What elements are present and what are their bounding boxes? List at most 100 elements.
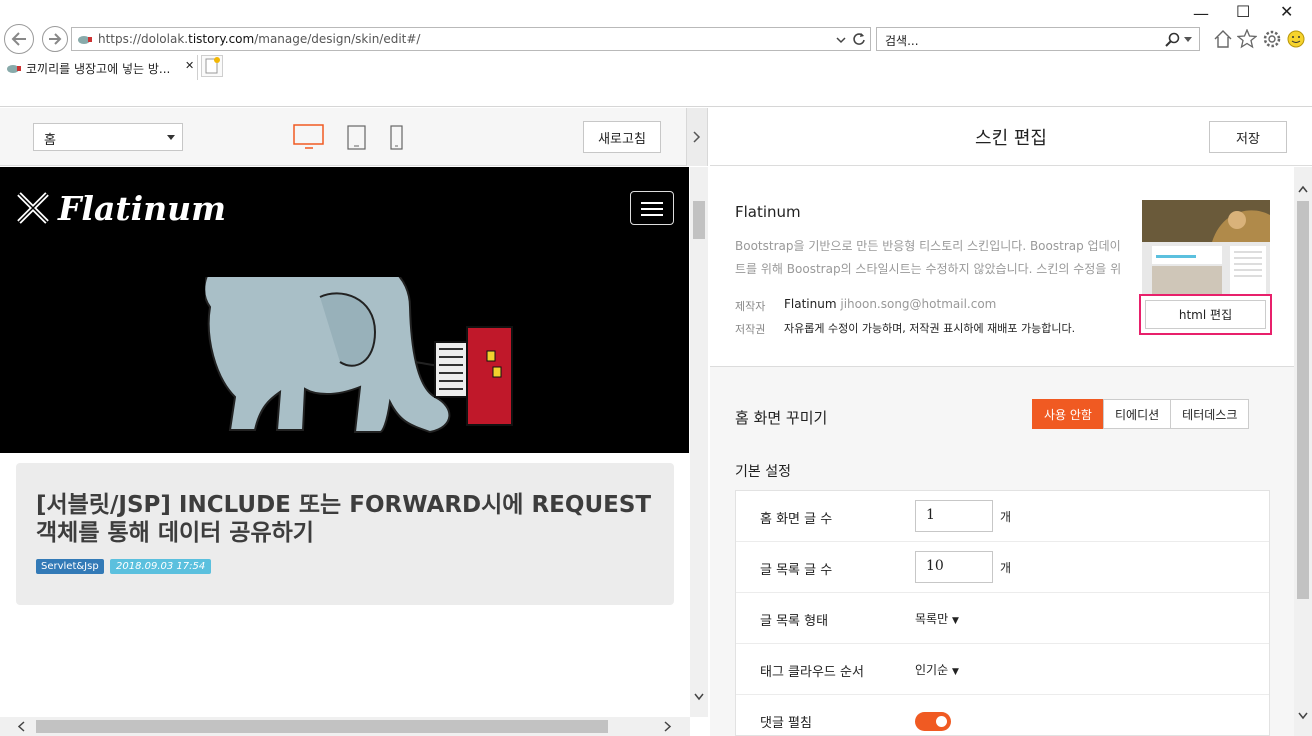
close-window-button[interactable]: ✕ [1280,2,1293,21]
chevron-right-icon [693,131,701,143]
home-deco-option-tattertdesk[interactable]: 테터데스크 [1170,399,1250,429]
search-box[interactable]: 검색... [876,27,1200,51]
copyright-value: 자유롭게 수정이 가능하며, 저작권 표시하에 재배포 가능합니다. [784,322,1076,335]
unit-label: 개 [1000,510,1012,524]
home-deco-option-none[interactable]: 사용 안함 [1032,399,1104,429]
forward-button[interactable] [42,26,68,52]
menu-bar [641,208,663,210]
preview-vertical-scrollbar[interactable] [690,167,708,717]
tag-order-dropdown[interactable]: 인기순 ▼ [915,661,959,678]
unit-label: 개 [1000,561,1012,575]
star-icon[interactable] [1237,29,1257,49]
post-card[interactable]: [서블릿/JSP] INCLUDE 또는 FORWARD시에 REQUEST 객… [16,463,674,605]
html-edit-button[interactable]: html 편집 [1145,300,1266,329]
comments-label: 댓글 펼침 [760,716,812,731]
comments-row: 댓글 펼침 [736,695,1269,736]
forward-arrow-icon [49,33,62,45]
home-posts-row: 홈 화면 글 수 1 개 [736,491,1269,542]
date-badge: 2018.09.03 17:54 [110,559,212,574]
category-badge[interactable]: Servlet&Jsp [36,559,104,574]
home-deco-options: 사용 안함 티에디션 테터데스크 [1032,399,1250,429]
preview-horizontal-scrollbar[interactable] [0,717,690,736]
blog-logo[interactable]: Flatinum [58,189,226,228]
browser-tab[interactable]: 코끼리를 냉장고에 넣는 방... ✕ [0,55,198,80]
address-bar[interactable]: https://dololak.tistory.com/manage/desig… [71,27,871,51]
skin-edit-header: 스킨 편집 저장 [710,108,1312,166]
back-button[interactable] [4,24,34,54]
smiley-icon[interactable] [1286,29,1306,49]
page-select[interactable]: 홈 [33,123,183,151]
author-label: 제작자 [735,300,766,313]
skin-thumbnail [1142,200,1270,296]
list-type-row: 글 목록 형태 목록만 ▼ [736,593,1269,644]
browser-chrome: https://dololak.tistory.com/manage/desig… [0,0,1312,107]
gear-icon[interactable] [1262,29,1282,49]
scroll-thumb[interactable] [1297,201,1309,599]
collapse-panel-button[interactable] [686,108,708,166]
skin-thumbnail-image [1142,200,1270,294]
home-posts-input[interactable]: 1 [915,500,993,532]
menu-toggle-button[interactable] [630,191,674,225]
tab-title: 코끼리를 냉장고에 넣는 방... [26,62,171,76]
chevron-up-icon[interactable] [1298,185,1308,193]
list-type-dropdown[interactable]: 목록만 ▼ [915,610,959,627]
new-tab-icon [205,57,220,74]
minimize-button[interactable]: — [1193,4,1209,23]
chevron-left-icon[interactable] [18,721,26,732]
comments-toggle[interactable] [915,712,951,731]
html-edit-highlight: html 편집 [1139,294,1272,335]
scroll-thumb[interactable] [693,201,705,239]
panel-vertical-scrollbar[interactable] [1294,167,1312,736]
basic-settings: 홈 화면 글 수 1 개 글 목록 글 수 10 개 글 목록 형태 목록만 ▼… [735,490,1270,736]
refresh-icon[interactable] [852,32,866,46]
skin-settings-panel: Flatinum Bootstrap을 기반으로 만든 반응형 티스토리 스킨입… [710,167,1294,736]
chevron-right-icon[interactable] [664,721,672,732]
blog-hero: Flatinum [0,167,689,453]
toggle-knob [936,716,947,727]
caret-down-icon: ▼ [951,667,959,677]
home-deco-option-tedition[interactable]: 티에디션 [1102,399,1172,429]
menu-bar [641,202,663,204]
search-placeholder: 검색... [885,34,919,48]
tablet-view-icon[interactable] [346,125,368,151]
mobile-view-icon[interactable] [389,125,405,151]
basic-settings-label: 기본 설정 [735,464,791,480]
scroll-thumb[interactable] [36,720,608,733]
back-arrow-icon [11,32,26,46]
home-posts-label: 홈 화면 글 수 [760,512,833,527]
tag-order-row: 태그 클라우드 순서 인기순 ▼ [736,644,1269,695]
crossed-pencils-icon [17,192,49,224]
new-tab-button[interactable] [201,55,223,77]
list-posts-label: 글 목록 글 수 [760,563,833,578]
chevron-down-icon[interactable] [694,693,704,701]
home-icon[interactable] [1213,29,1233,49]
skin-name: Flatinum [735,203,801,221]
close-tab-icon[interactable]: ✕ [185,59,194,72]
chevron-down-icon[interactable] [1298,712,1308,720]
list-posts-row: 글 목록 글 수 10 개 [736,542,1269,593]
chevron-down-icon[interactable] [1184,37,1192,43]
author-value: Flatinum jihoon.song@hotmail.com [784,297,997,311]
caret-down-icon: ▼ [951,616,959,626]
refresh-preview-button[interactable]: 새로고침 [583,121,661,153]
save-button[interactable]: 저장 [1209,121,1287,153]
address-url: https://dololak.tistory.com/manage/desig… [98,32,421,46]
desktop-view-icon[interactable] [293,124,325,150]
skin-info: Flatinum Bootstrap을 기반으로 만든 반응형 티스토리 스킨입… [710,167,1294,367]
list-posts-input[interactable]: 10 [915,551,993,583]
site-favicon-icon [78,36,92,44]
site-favicon-icon [7,65,21,73]
search-icon[interactable] [1165,32,1181,48]
maximize-button[interactable]: ☐ [1236,2,1250,21]
copyright-label: 저작권 [735,323,766,336]
page-select-value: 홈 [44,133,56,148]
skin-description: Bootstrap을 기반으로 만든 반응형 티스토리 스킨입니다. Boost… [735,239,1122,276]
home-deco-label: 홈 화면 꾸미기 [735,409,828,427]
list-type-label: 글 목록 형태 [760,614,829,629]
chevron-down-icon [167,135,175,140]
tag-order-label: 태그 클라우드 순서 [760,665,864,680]
preview-toolbar: 홈 새로고침 [0,108,686,166]
blog-preview: Flatinum [서블릿/JSP] INCLUDE 또는 FORWARD시에 … [0,167,690,717]
chevron-down-icon[interactable] [836,36,846,44]
post-title[interactable]: [서블릿/JSP] INCLUDE 또는 FORWARD시에 REQUEST 객… [36,491,656,547]
